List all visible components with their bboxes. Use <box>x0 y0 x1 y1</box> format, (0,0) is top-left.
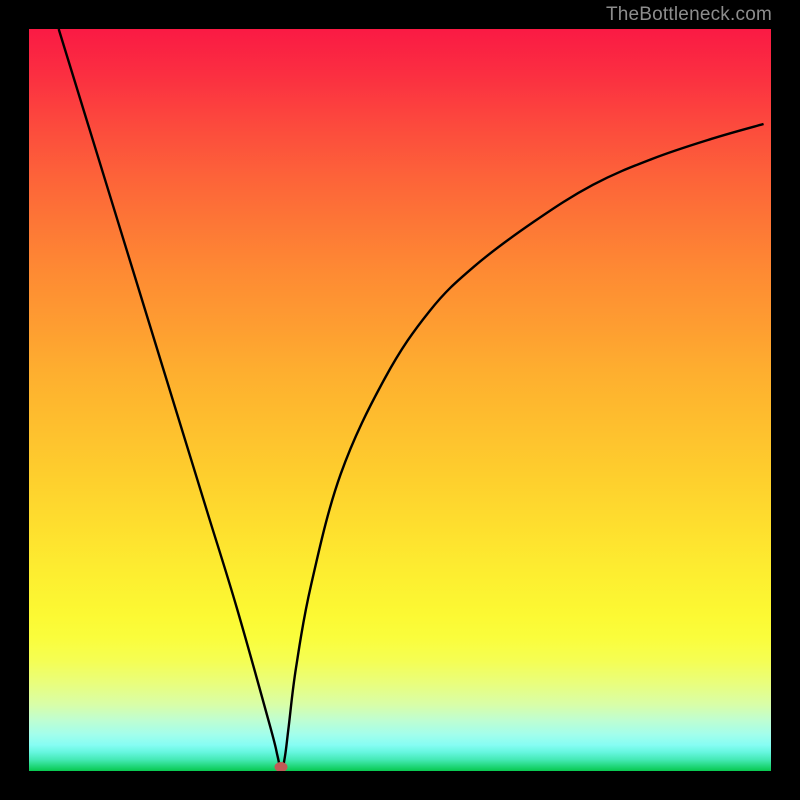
chart-container: TheBottleneck.com <box>0 0 800 800</box>
watermark: TheBottleneck.com <box>606 4 772 26</box>
plot-area <box>29 29 771 771</box>
curve-svg <box>29 29 771 771</box>
bottleneck-curve <box>59 29 764 771</box>
optimal-point-marker <box>274 762 287 771</box>
